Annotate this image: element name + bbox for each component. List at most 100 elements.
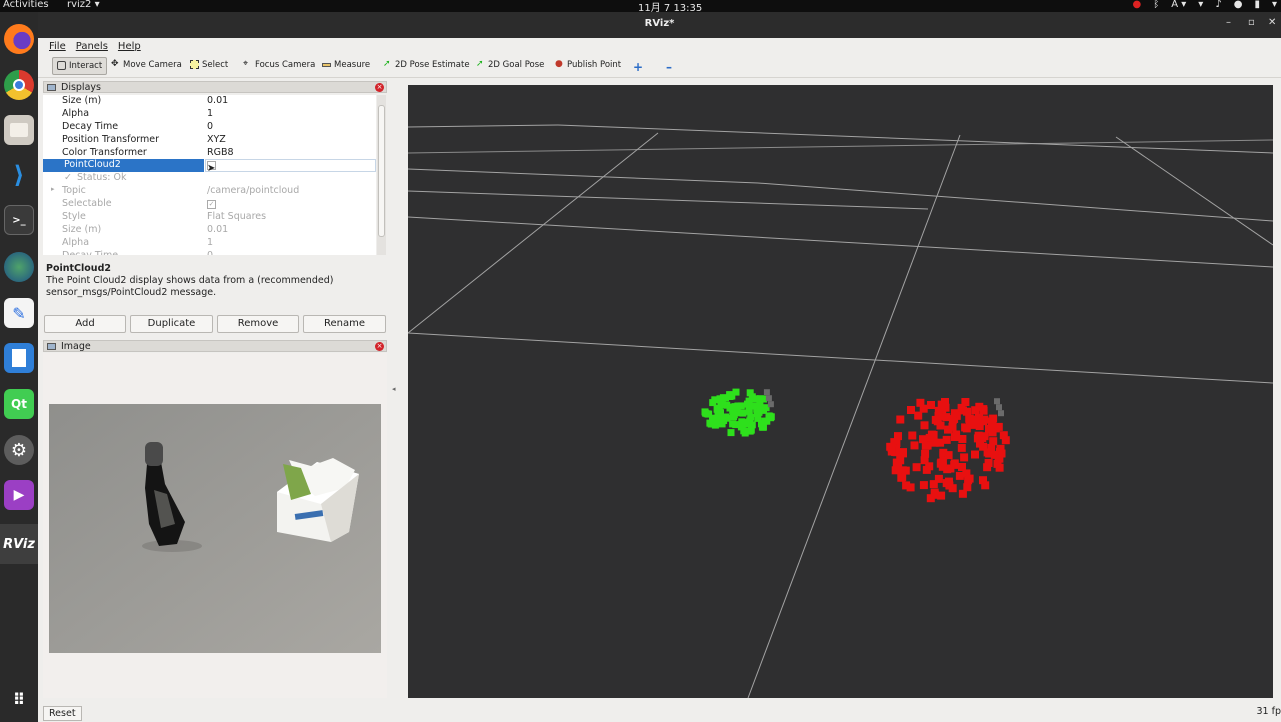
menu-help[interactable]: Help [118, 41, 141, 52]
red-pointcloud [886, 398, 1010, 503]
point [754, 409, 762, 417]
qt-creator-icon[interactable]: Qt [4, 389, 34, 419]
property-row[interactable]: ▸ Topic /camera/pointcloud [43, 185, 376, 198]
display-description: PointCloud2 The Point Cloud2 display sho… [43, 261, 387, 313]
rename-display-button[interactable]: Rename [303, 315, 386, 333]
point [765, 395, 772, 402]
remove-display-button[interactable]: Remove [217, 315, 299, 333]
settings-icon[interactable]: ⚙ [4, 435, 34, 465]
property-row[interactable]: Decay Time 0 [43, 121, 376, 134]
globe-app-icon[interactable] [4, 252, 34, 282]
move-arrows-icon: ✥ [111, 59, 119, 69]
render-view[interactable] [408, 85, 1273, 698]
reset-button[interactable]: Reset [43, 706, 82, 721]
volume-icon: ♪ [1215, 0, 1222, 10]
point [908, 431, 917, 440]
vscode-icon[interactable]: ⟩ [4, 160, 34, 190]
text-editor-icon[interactable]: ✎ [4, 298, 34, 328]
property-row[interactable]: Position Transformer XYZ [43, 134, 376, 147]
point [950, 409, 959, 418]
green-arrow-icon: ➚ [476, 59, 484, 69]
move-camera-tool-button[interactable]: ✥ Move Camera [107, 57, 186, 75]
enable-cell [205, 159, 376, 172]
record-indicator-icon: ● [1132, 0, 1142, 10]
point [891, 466, 900, 475]
terminal-icon[interactable]: >_ [4, 205, 34, 235]
add-display-button[interactable]: Add [44, 315, 126, 333]
point [896, 415, 905, 424]
focus-camera-tool-button[interactable]: ⌖ Focus Camera [239, 57, 319, 75]
close-panel-icon[interactable]: × [375, 83, 384, 92]
displays-scrollbar[interactable] [377, 95, 386, 255]
point [709, 399, 717, 407]
chrome-icon[interactable] [4, 70, 34, 100]
files-icon[interactable] [4, 115, 34, 145]
point [894, 432, 902, 441]
point [898, 473, 907, 482]
description-heading: PointCloud2 [46, 263, 111, 274]
maximize-button[interactable]: ▫ [1248, 17, 1255, 28]
goal-pose-tool-button[interactable]: ➚ 2D Goal Pose [472, 57, 548, 75]
show-apps-icon[interactable]: ⠿ [4, 684, 34, 714]
point [907, 406, 915, 414]
remove-tool-button[interactable]: – [662, 57, 676, 75]
property-row[interactable]: Decay Time 0 [43, 250, 376, 255]
add-tool-button[interactable]: + [629, 57, 647, 75]
close-panel-icon[interactable]: × [375, 342, 384, 351]
plus-icon: + [633, 60, 644, 74]
duplicate-display-button[interactable]: Duplicate [130, 315, 213, 333]
property-row[interactable]: Size (m) 0.01 [43, 224, 376, 237]
firefox-icon[interactable] [4, 24, 34, 54]
system-tray[interactable]: ● ᛒ A ▾ ▾ ♪ ● ▮ ▾ [1133, 0, 1277, 10]
close-button[interactable]: ✕ [1268, 17, 1276, 28]
menu-file[interactable]: File [49, 41, 66, 52]
scrollbar-thumb[interactable] [378, 105, 385, 237]
mic-icon: ● [1233, 0, 1243, 10]
pose-estimate-tool-button[interactable]: ➚ 2D Pose Estimate [379, 57, 474, 75]
point [942, 435, 951, 444]
point [732, 388, 740, 396]
image-panel [43, 353, 387, 698]
pointcloud2-display-item[interactable]: PointCloud2 ➤ [43, 159, 376, 174]
point [971, 450, 979, 459]
monitor-icon [47, 84, 56, 91]
keyboard-layout[interactable]: A ▾ [1171, 0, 1186, 10]
status-row[interactable]: ✓ Status: Ok [43, 172, 376, 185]
video-player-icon[interactable]: ▶ [4, 480, 34, 510]
displays-tree[interactable]: Size (m) 0.01 Alpha 1 Decay Time 0 Posit… [43, 95, 376, 255]
splitter-handle[interactable]: ◂ [392, 385, 400, 399]
property-row[interactable]: Alpha 1 [43, 108, 376, 121]
point [887, 447, 896, 456]
interact-tool-button[interactable]: Interact [52, 57, 108, 75]
property-row[interactable]: Size (m) 0.01 [43, 95, 376, 108]
point [919, 435, 927, 444]
writer-icon[interactable] [4, 343, 34, 373]
rviz-icon[interactable]: RViz [0, 524, 38, 564]
selectable-checkbox[interactable]: ✓ [207, 200, 216, 209]
point [912, 463, 921, 472]
publish-point-tool-button[interactable]: ● Publish Point [551, 57, 625, 75]
point [714, 413, 722, 421]
minimize-button[interactable]: – [1226, 17, 1231, 28]
select-tool-button[interactable]: Select [186, 57, 232, 75]
point [994, 422, 1003, 431]
point [937, 491, 946, 500]
point [702, 409, 710, 417]
expand-arrow-icon[interactable]: ▸ [51, 185, 55, 193]
measure-tool-button[interactable]: Measure [318, 57, 374, 75]
point [919, 481, 928, 490]
point [925, 462, 934, 471]
property-row[interactable]: Alpha 1 [43, 237, 376, 250]
activities-button[interactable]: Activities [3, 0, 49, 10]
grid [408, 124, 1273, 698]
point [738, 421, 746, 428]
wifi-icon: ▾ [1198, 0, 1204, 10]
app-menu[interactable]: rviz2 ▾ [67, 0, 100, 10]
point [975, 402, 984, 411]
menu-panels[interactable]: Panels [76, 41, 108, 52]
property-row[interactable]: Style Flat Squares [43, 211, 376, 224]
property-row[interactable]: Selectable ✓ [43, 198, 376, 211]
point [942, 413, 951, 422]
point [726, 391, 734, 399]
point [756, 401, 764, 409]
